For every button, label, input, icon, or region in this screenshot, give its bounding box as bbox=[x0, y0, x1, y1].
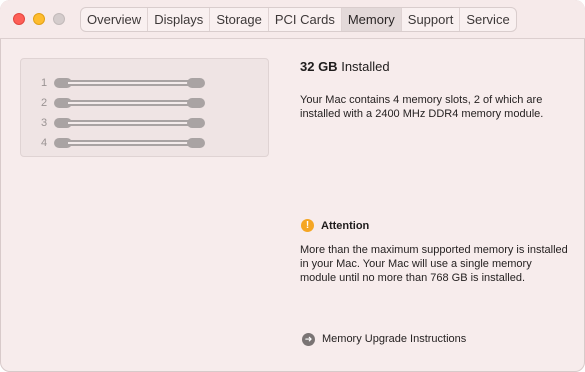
memory-slot-row: 2 bbox=[21, 96, 268, 110]
attention-title: Attention bbox=[321, 220, 370, 232]
memory-slots-panel: 1 2 3 4 bbox=[20, 58, 269, 157]
tab-support[interactable]: Support bbox=[402, 8, 461, 31]
tab-bar: Overview Displays Storage PCI Cards Memo… bbox=[80, 7, 517, 32]
tab-overview[interactable]: Overview bbox=[81, 8, 149, 31]
memory-amount: 32 GB bbox=[300, 59, 338, 74]
slot-number: 2 bbox=[40, 97, 48, 109]
memory-upgrade-instructions-link[interactable]: ➜ Memory Upgrade Instructions bbox=[302, 331, 466, 347]
slot-number: 4 bbox=[40, 137, 48, 149]
memory-slot-row: 1 bbox=[21, 76, 268, 90]
memory-slot-icon bbox=[54, 138, 205, 148]
exclamation-icon: ! bbox=[301, 219, 314, 232]
slot-number: 3 bbox=[40, 117, 48, 129]
minimize-button[interactable] bbox=[33, 13, 45, 25]
memory-description: Your Mac contains 4 memory slots, 2 of w… bbox=[300, 94, 544, 120]
memory-slot-icon bbox=[54, 98, 205, 108]
installed-label: Installed bbox=[341, 59, 390, 74]
attention-text: More than the maximum supported memory i… bbox=[300, 244, 568, 284]
close-button[interactable] bbox=[13, 13, 25, 25]
memory-installed-heading: 32 GB Installed bbox=[300, 59, 390, 74]
zoom-button[interactable] bbox=[53, 13, 65, 25]
memory-slot-row: 4 bbox=[21, 136, 268, 150]
about-this-mac-window: Overview Displays Storage PCI Cards Memo… bbox=[0, 0, 585, 372]
tab-pci-cards[interactable]: PCI Cards bbox=[269, 8, 342, 31]
tab-displays[interactable]: Displays bbox=[148, 8, 211, 31]
upgrade-label: Memory Upgrade Instructions bbox=[322, 333, 467, 345]
tab-service[interactable]: Service bbox=[460, 8, 515, 31]
tab-storage[interactable]: Storage bbox=[210, 8, 269, 31]
memory-slot-icon bbox=[54, 78, 205, 88]
tab-memory[interactable]: Memory bbox=[341, 8, 402, 31]
memory-slot-icon bbox=[54, 118, 205, 128]
slot-number: 1 bbox=[40, 77, 48, 89]
memory-slot-row: 3 bbox=[21, 116, 268, 130]
arrow-right-circle-icon: ➜ bbox=[302, 332, 315, 346]
title-bar: Overview Displays Storage PCI Cards Memo… bbox=[0, 0, 585, 39]
